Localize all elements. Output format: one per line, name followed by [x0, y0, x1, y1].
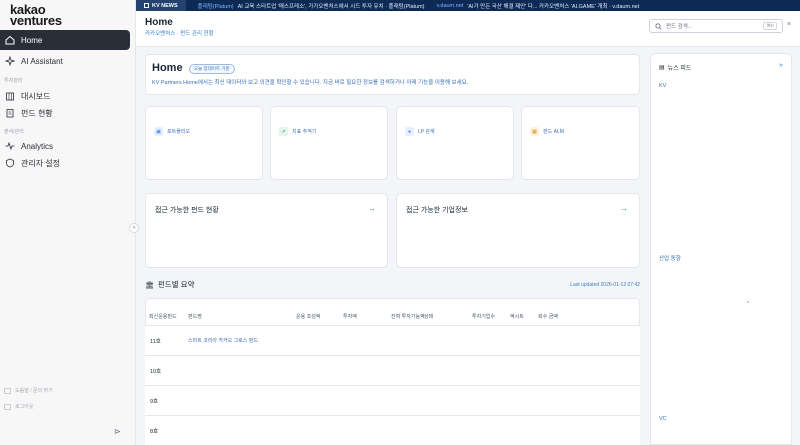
section-title: 접근 가능한 펀드 현황 [155, 207, 219, 214]
pulse-icon [4, 141, 15, 152]
building-icon [4, 91, 15, 102]
news-section-industry[interactable]: 산업 동향 [659, 254, 681, 262]
sidebar-item-admin-settings[interactable]: 관리자 설정 [0, 153, 130, 173]
quick-card-metrics[interactable]: ↗ 지표 추적기 [270, 106, 388, 180]
logout-button[interactable]: 로그아웃 [4, 403, 33, 410]
quick-card-alm[interactable]: ▦ 펀드 ALM [521, 106, 640, 180]
close-icon[interactable]: × [787, 21, 791, 28]
table-header[interactable]: 상태 [424, 313, 433, 320]
expand-icon[interactable]: » [779, 62, 783, 69]
breadcrumb[interactable]: 카카오벤처스 · 펀드 관리 현황 [145, 29, 214, 37]
accessible-funds-card[interactable]: 접근 가능한 펀드 현황 → [145, 193, 388, 268]
table-header[interactable]: 투자기업수 [472, 313, 495, 320]
status-badge: 오늘 업데이트 기준 [189, 64, 235, 74]
table-header[interactable]: 펀드명 [188, 313, 202, 320]
home-title: Home [152, 62, 183, 74]
logout-icon [4, 403, 11, 410]
sidebar-section-label: 분석/관리 [4, 129, 24, 135]
news-panel: ▤ 뉴스 피드 » KV 산업 동향 VC [650, 53, 792, 445]
news-section-vc[interactable]: VC [659, 416, 667, 422]
bank-icon: 🏛 [145, 281, 154, 289]
table-header[interactable]: 투자액 [343, 313, 357, 320]
home-description: KV Partners Home에서는 최신 데이터와 보고 의견을 확인할 수… [152, 80, 469, 86]
search-box[interactable]: 펀드 검색... ⌘K [649, 19, 783, 33]
search-input[interactable]: 펀드 검색... [666, 22, 692, 30]
arrow-right-icon[interactable]: → [368, 204, 376, 213]
quick-card-lp[interactable]: ● LP 관계 [396, 106, 514, 180]
newspaper-icon: ▤ [659, 65, 665, 71]
fund-number: 8호 [150, 429, 159, 435]
table-header[interactable]: 회수 금액 [538, 313, 558, 320]
chart-icon: ↗ [279, 127, 288, 136]
table-row[interactable]: 10호 [145, 355, 640, 385]
document-icon [4, 108, 15, 119]
table-row[interactable]: 9호 [145, 385, 640, 415]
ticker-tag: KV NEWS [136, 0, 186, 11]
search-shortcut: ⌘K [763, 22, 777, 30]
users-icon: ● [405, 127, 414, 136]
help-link[interactable]: 도움말 / 문의 하기 [4, 387, 53, 394]
table-row[interactable]: 11호 스마트 코리아 카카오 그로스 펀드 [145, 325, 640, 355]
briefcase-icon: ▣ [154, 127, 163, 136]
news-ticker: KV NEWS 플래텀(Platum) AI 교육 스타트업 '매스프레소', … [136, 0, 800, 11]
quick-card-portfolio[interactable]: ▣ 포트폴리오 [145, 106, 263, 180]
fund-name[interactable]: 스마트 코리아 카카오 그로스 펀드 [188, 337, 258, 344]
fund-number: 9호 [150, 399, 159, 405]
accessible-companies-card[interactable]: 접근 가능한 기업정보 → [396, 193, 640, 268]
ticker-headline[interactable]: AI 교육 스타트업 '매스프레소', 가가오벤처스에서 시드 투자 유치 · … [238, 2, 425, 10]
home-intro-card: Home 오늘 업데이트 기준 KV Partners Home에서는 최신 데… [145, 54, 640, 95]
sidebar-section-label: 투자관리 [4, 78, 23, 84]
panel-toggle-icon[interactable]: ⊳ [114, 427, 121, 436]
news-icon [144, 3, 149, 8]
summary-title: 🏛 펀드별 요약 [145, 280, 195, 289]
sidebar-item-home[interactable]: Home [0, 30, 130, 50]
section-title: 접근 가능한 기업정보 [406, 207, 468, 214]
brand-logo[interactable]: kakao ventures [10, 3, 62, 27]
table-header[interactable]: 운용 조성액 [296, 313, 320, 320]
ticker-source[interactable]: 플래텀(Platum) [198, 2, 234, 10]
sidebar-item-fund-status[interactable]: 펀드 현황 [0, 103, 130, 123]
loading-dot [747, 301, 749, 303]
shield-icon [4, 158, 15, 169]
sidebar-collapse-button[interactable]: « [129, 223, 139, 233]
last-updated: Last updated 2026-01-12 07:42 [570, 282, 640, 288]
sparkle-icon [4, 56, 15, 67]
calendar-icon: ▦ [530, 127, 539, 136]
page-header: Home 카카오벤처스 · 펀드 관리 현황 펀드 검색... ⌘K × [136, 11, 800, 47]
home-icon [4, 35, 15, 46]
ticker-headline[interactable]: 'AI가 만든 국산 해결 제안' 다... 카카오벤처스 'AI.GAME' … [467, 2, 639, 10]
table-header[interactable]: 엑시트 [510, 313, 524, 320]
sidebar-item-ai-assistant[interactable]: AI Assistant [0, 51, 130, 71]
news-panel-title: ▤ 뉴스 피드 [659, 65, 692, 72]
page-title: Home [145, 17, 173, 28]
news-section-kv[interactable]: KV [659, 83, 666, 89]
fund-number: 10호 [150, 369, 162, 375]
ticker-source[interactable]: v.daum.net [437, 3, 464, 9]
arrow-right-icon[interactable]: → [620, 204, 628, 213]
table-row[interactable]: 8호 [145, 415, 640, 445]
table-header[interactable]: 잔여 투자가능액 [391, 313, 425, 320]
fund-number: 11호 [150, 339, 161, 345]
table-header[interactable]: 최신운용펀드 [149, 313, 177, 320]
sidebar: kakao ventures Home AI Assistant 투자관리 대시… [0, 0, 136, 445]
help-icon [4, 387, 11, 394]
search-icon [655, 22, 662, 30]
